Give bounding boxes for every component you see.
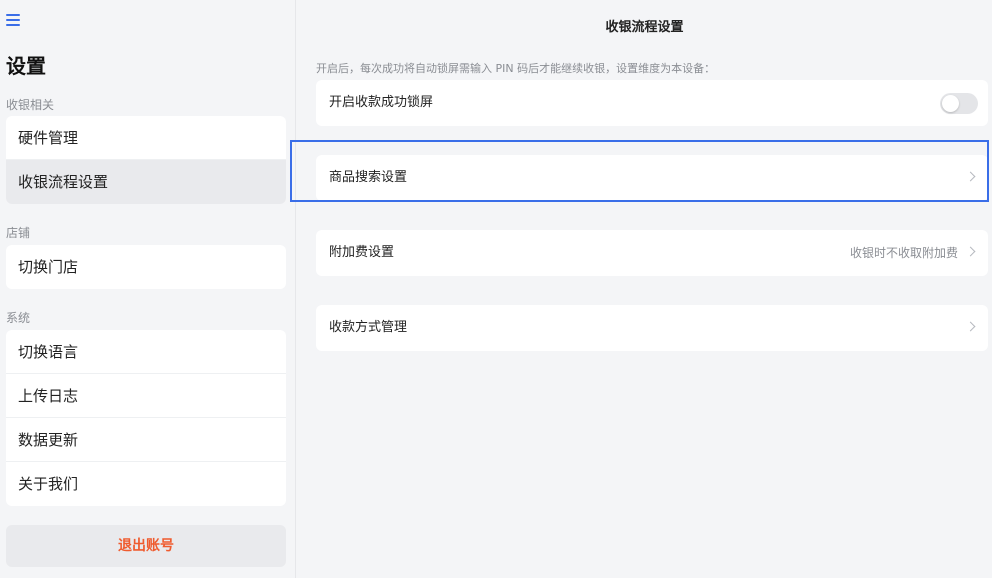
- row-label: 收款方式管理: [329, 320, 408, 335]
- app-window: 设置 收银相关 硬件管理 收银流程设置 店铺 切换门店 系统 切换语言 上传日志…: [0, 0, 992, 578]
- group-system: 切换语言 上传日志 数据更新 关于我们: [6, 330, 286, 506]
- sidebar-item-switch-store[interactable]: 切换门店: [6, 245, 286, 289]
- row-label: 商品搜索设置: [329, 170, 408, 185]
- toggle-knob: [942, 95, 959, 112]
- lock-toggle-switch[interactable]: [940, 93, 978, 114]
- row-product-search-settings[interactable]: 商品搜索设置: [316, 155, 988, 201]
- chevron-right-icon: [965, 321, 976, 332]
- sidebar-title: 设置: [6, 54, 46, 78]
- row-surcharge-settings[interactable]: 附加费设置 收银时不收取附加费: [316, 230, 988, 276]
- group-cashier: 硬件管理 收银流程设置: [6, 116, 286, 204]
- row-label: 附加费设置: [329, 245, 395, 260]
- sidebar-item-data-update[interactable]: 数据更新: [6, 418, 286, 462]
- row-lock-after-payment: 开启收款成功锁屏: [316, 80, 988, 126]
- sidebar: 设置 收银相关 硬件管理 收银流程设置 店铺 切换门店 系统 切换语言 上传日志…: [0, 0, 296, 578]
- sidebar-item-hardware[interactable]: 硬件管理: [6, 116, 286, 160]
- row-value: 收银时不收取附加费: [849, 246, 958, 260]
- hamburger-menu-icon[interactable]: [6, 14, 22, 26]
- chevron-right-icon: [965, 246, 976, 257]
- section-label-store: 店铺: [6, 226, 31, 240]
- main-panel: 收银流程设置 开启后，每次成功将自动锁屏需输入 PIN 码后才能继续收银，设置维…: [297, 0, 992, 578]
- sidebar-item-language[interactable]: 切换语言: [6, 330, 286, 374]
- lock-hint-text: 开启后，每次成功将自动锁屏需输入 PIN 码后才能继续收银，设置维度为本设备：: [316, 62, 716, 75]
- sidebar-item-upload-log[interactable]: 上传日志: [6, 374, 286, 418]
- row-label: 开启收款成功锁屏: [329, 95, 434, 110]
- group-store: 切换门店: [6, 245, 286, 289]
- chevron-right-icon: [965, 171, 976, 182]
- sidebar-item-about[interactable]: 关于我们: [6, 462, 286, 506]
- sidebar-item-cashier-flow[interactable]: 收银流程设置: [6, 160, 286, 204]
- row-payment-methods[interactable]: 收款方式管理: [316, 305, 988, 351]
- section-label-cashier: 收银相关: [6, 98, 55, 112]
- logout-button[interactable]: 退出账号: [6, 525, 286, 567]
- section-label-system: 系统: [6, 311, 31, 325]
- page-title: 收银流程设置: [605, 20, 684, 35]
